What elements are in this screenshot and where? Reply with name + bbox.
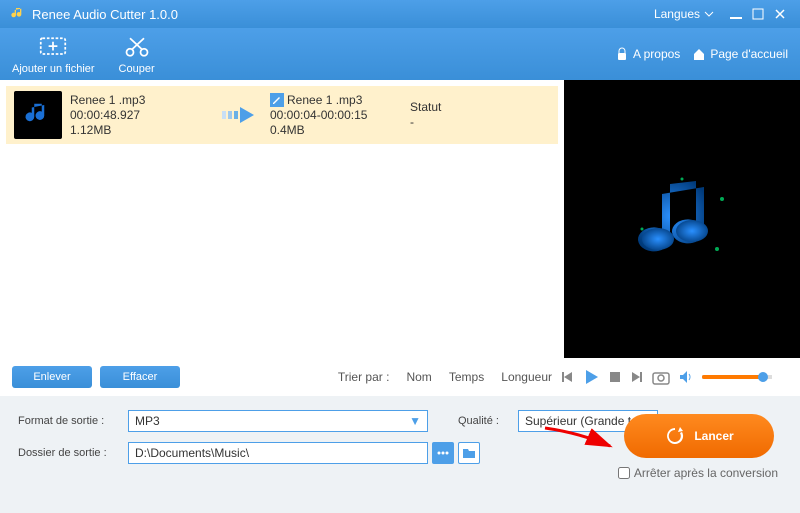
quality-label: Qualité : [458, 415, 518, 427]
music-note-icon [622, 159, 742, 279]
sort-label: Trier par : [338, 370, 390, 384]
launch-button[interactable]: Lancer [624, 414, 774, 458]
filmstrip-plus-icon [39, 33, 67, 61]
scissors-icon [123, 33, 151, 61]
next-button[interactable] [630, 370, 644, 384]
output-file-info: Renee 1 .mp3 00:00:04-00:00:15 0.4MB [270, 93, 410, 138]
language-selector[interactable]: Langues [654, 7, 714, 21]
file-thumbnail [14, 91, 62, 139]
sort-by-length[interactable]: Longueur [501, 370, 552, 384]
stop-button[interactable] [608, 370, 622, 384]
stop-after-checkbox[interactable]: Arrêter après la conversion [618, 466, 778, 480]
sort-by-name[interactable]: Nom [406, 370, 431, 384]
chevron-down-icon: ▼ [409, 414, 421, 428]
home-link[interactable]: Page d'accueil [692, 47, 788, 61]
volume-slider[interactable] [702, 375, 772, 379]
source-file-info: Renee 1 .mp3 00:00:48.927 1.12MB [70, 93, 210, 138]
volume-icon[interactable] [678, 370, 694, 384]
maximize-button[interactable] [748, 4, 768, 24]
app-logo-icon [10, 6, 26, 22]
about-link[interactable]: A propos [615, 47, 680, 61]
play-button[interactable] [582, 368, 600, 386]
status-column: Statut - [410, 100, 470, 130]
minimize-button[interactable] [726, 4, 746, 24]
app-title: Renee Audio Cutter 1.0.0 [32, 7, 654, 22]
edit-icon[interactable] [270, 93, 284, 107]
refresh-icon [664, 425, 686, 447]
sort-by-time[interactable]: Temps [449, 370, 484, 384]
preview-panel [564, 80, 800, 358]
chevron-down-icon [704, 9, 714, 19]
remove-button[interactable]: Enlever [12, 366, 92, 388]
folder-input[interactable]: D:\Documents\Music\ [128, 442, 428, 464]
cut-button[interactable]: Couper [119, 33, 155, 75]
folder-label: Dossier de sortie : [18, 447, 128, 459]
format-label: Format de sortie : [18, 415, 128, 427]
language-label: Langues [654, 7, 700, 21]
format-select[interactable]: MP3 ▼ [128, 410, 428, 432]
clear-button[interactable]: Effacer [100, 366, 180, 388]
browse-button[interactable] [432, 442, 454, 464]
close-button[interactable] [770, 4, 790, 24]
add-file-button[interactable]: Ajouter un fichier [12, 33, 95, 75]
arrow-icon [220, 105, 260, 125]
prev-button[interactable] [560, 370, 574, 384]
lock-icon [615, 47, 629, 61]
file-row[interactable]: Renee 1 .mp3 00:00:48.927 1.12MB Renee 1… [6, 86, 558, 144]
open-folder-button[interactable] [458, 442, 480, 464]
home-icon [692, 47, 706, 61]
camera-button[interactable] [652, 369, 670, 385]
file-list: Renee 1 .mp3 00:00:48.927 1.12MB Renee 1… [0, 80, 564, 358]
